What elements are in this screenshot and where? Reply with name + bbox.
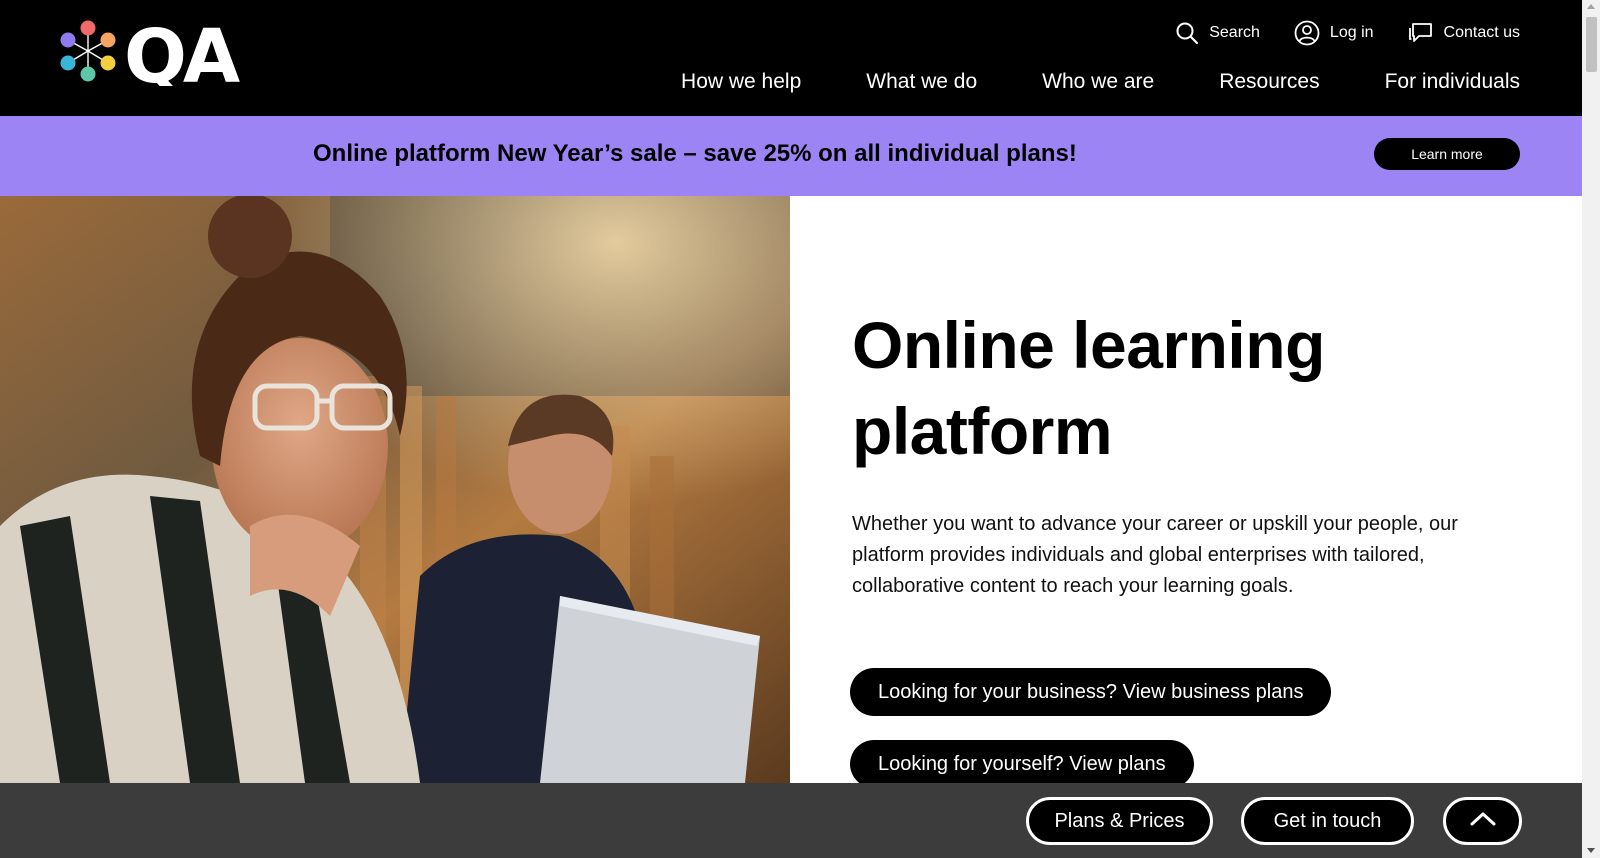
get-in-touch-button[interactable]: Get in touch — [1241, 797, 1414, 845]
learn-more-button[interactable]: Learn more — [1374, 138, 1520, 170]
scroll-thumb[interactable] — [1586, 17, 1597, 72]
nav-for-individuals[interactable]: For individuals — [1385, 70, 1520, 94]
page-title: Online learning platform — [852, 302, 1492, 474]
login-link[interactable]: Log in — [1294, 20, 1374, 46]
search-label: Search — [1209, 24, 1260, 41]
contact-label: Contact us — [1443, 24, 1520, 41]
main-nav: How we help What we do Who we are Resour… — [681, 70, 1520, 94]
qa-logo-icon: QA — [60, 14, 244, 100]
nav-who-we-are[interactable]: Who we are — [1042, 70, 1154, 94]
scroll-up-arrow-icon[interactable] — [1587, 4, 1595, 9]
page-scrollbar[interactable] — [1582, 0, 1600, 858]
nav-resources[interactable]: Resources — [1219, 70, 1319, 94]
search-icon — [1175, 21, 1199, 45]
back-to-top-button[interactable] — [1443, 797, 1522, 845]
user-icon — [1294, 20, 1320, 46]
qa-logo[interactable]: QA — [58, 14, 254, 100]
logo-text: QA — [124, 20, 240, 86]
plans-prices-button[interactable]: Plans & Prices — [1026, 797, 1213, 845]
nav-how-we-help[interactable]: How we help — [681, 70, 801, 94]
contact-link[interactable]: Contact us — [1408, 21, 1520, 45]
scroll-down-arrow-icon[interactable] — [1587, 848, 1595, 853]
login-label: Log in — [1329, 24, 1374, 41]
personal-plans-button[interactable]: Looking for yourself? View plans — [850, 740, 1194, 788]
promo-text: Online platform New Year’s sale – save 2… — [313, 140, 1077, 167]
site-header: QA Search Log in Contact us How we help … — [0, 0, 1582, 116]
hero-image — [0, 196, 790, 783]
business-plans-button[interactable]: Looking for your business? View business… — [850, 668, 1332, 716]
hero-description: Whether you want to advance your career … — [852, 513, 1458, 597]
title-line-2: platform — [852, 394, 1113, 468]
title-line-1: Online learning — [852, 308, 1325, 382]
chevron-up-icon — [1469, 810, 1497, 833]
chat-icon — [1408, 21, 1434, 45]
search-link[interactable]: Search — [1175, 21, 1260, 45]
nav-what-we-do[interactable]: What we do — [866, 70, 977, 94]
promo-banner: Online platform New Year’s sale – save 2… — [0, 116, 1582, 196]
utility-nav: Search Log in Contact us — [1175, 20, 1520, 46]
